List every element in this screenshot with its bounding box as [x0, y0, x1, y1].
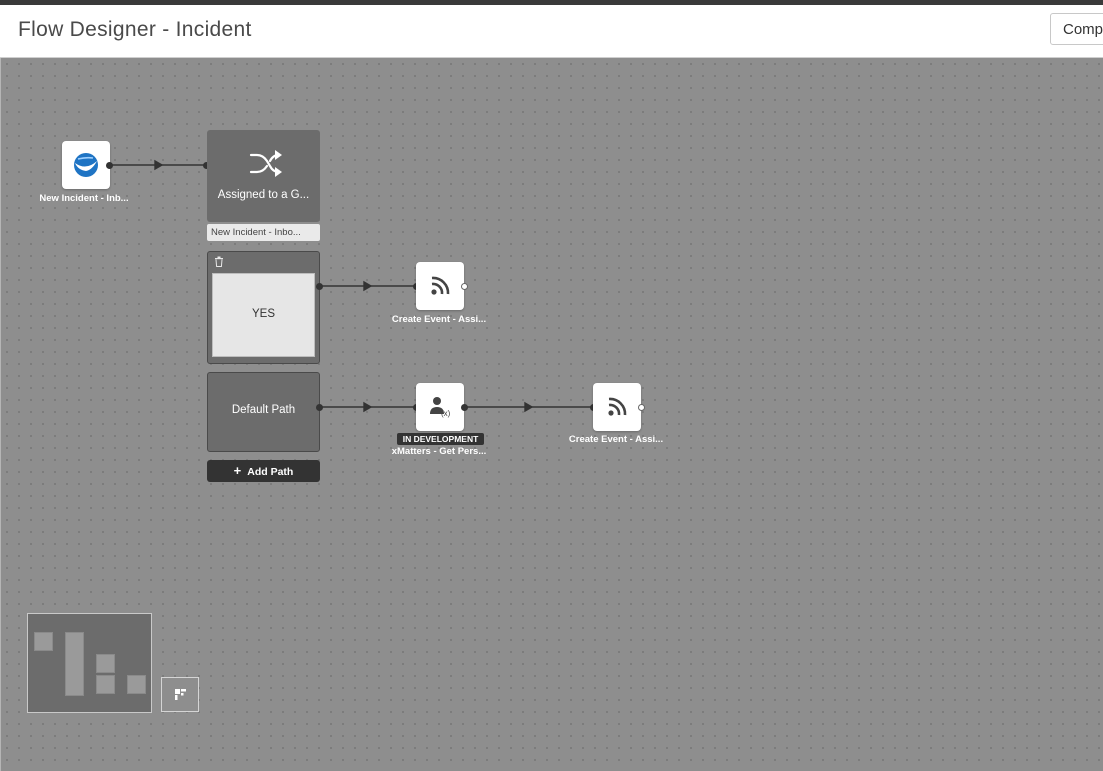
create-event-2-label: Create Event - Assi...: [568, 434, 664, 445]
rss-icon: [431, 276, 450, 295]
decision-node-subtitle: New Incident - Inbo...: [207, 224, 320, 241]
header-bar: Flow Designer - Incident Comp: [0, 5, 1103, 58]
connector-arrow: [524, 401, 534, 413]
connector-arrow: [363, 280, 373, 292]
person-variable-icon: (x): [430, 397, 451, 418]
page-title: Flow Designer - Incident: [18, 18, 252, 41]
flow-canvas[interactable]: New Incident - Inb... Assigned to a G...…: [0, 58, 1103, 771]
minimap[interactable]: [27, 613, 152, 713]
decision-node-title: Assigned to a G...: [217, 189, 310, 201]
yes-branch-label: YES: [251, 308, 275, 320]
default-output-port[interactable]: [316, 404, 323, 411]
default-path-branch[interactable]: Default Path: [207, 372, 320, 452]
create-event-1-output-port[interactable]: [461, 283, 468, 290]
xmatters-node[interactable]: (x): [416, 383, 464, 431]
connector-arrow: [154, 159, 164, 171]
minimap-block: [65, 632, 84, 696]
plus-icon: +: [233, 463, 242, 478]
servicenow-globe-icon: [74, 153, 98, 177]
yes-branch-body[interactable]: YES: [212, 273, 315, 357]
in-development-badge: IN DEVELOPMENT: [397, 433, 484, 445]
create-event-1-node[interactable]: [416, 262, 464, 310]
svg-text:(x): (x): [441, 409, 451, 418]
create-event-1-label: Create Event - Assi...: [391, 314, 487, 325]
yes-branch[interactable]: YES: [207, 251, 320, 364]
minimap-block: [96, 654, 115, 673]
create-event-2-node[interactable]: [593, 383, 641, 431]
add-path-button[interactable]: + Add Path: [207, 460, 320, 482]
connection-lines: [109, 159, 593, 413]
header-action-button[interactable]: Comp: [1050, 13, 1103, 45]
minimap-block: [34, 632, 53, 651]
yes-output-port[interactable]: [316, 283, 323, 290]
xmatters-node-label: xMatters - Get Pers...: [391, 446, 487, 457]
minimap-toggle-button[interactable]: [161, 677, 199, 712]
add-path-label: Add Path: [247, 466, 294, 478]
shuffle-icon: [249, 150, 282, 177]
trigger-node[interactable]: [62, 141, 110, 189]
default-path-label: Default Path: [231, 404, 296, 416]
minimap-block: [127, 675, 146, 694]
decision-node[interactable]: Assigned to a G...: [207, 130, 320, 222]
xmatters-output-port[interactable]: [461, 404, 468, 411]
minimap-icon: [175, 689, 186, 700]
create-event-2-output-port[interactable]: [638, 404, 645, 411]
connector-arrow: [363, 401, 373, 413]
rss-icon: [608, 397, 627, 416]
trash-icon[interactable]: [214, 256, 224, 267]
minimap-block: [96, 675, 115, 694]
trigger-node-label: New Incident - Inb...: [39, 193, 129, 204]
trigger-output-port[interactable]: [106, 162, 113, 169]
